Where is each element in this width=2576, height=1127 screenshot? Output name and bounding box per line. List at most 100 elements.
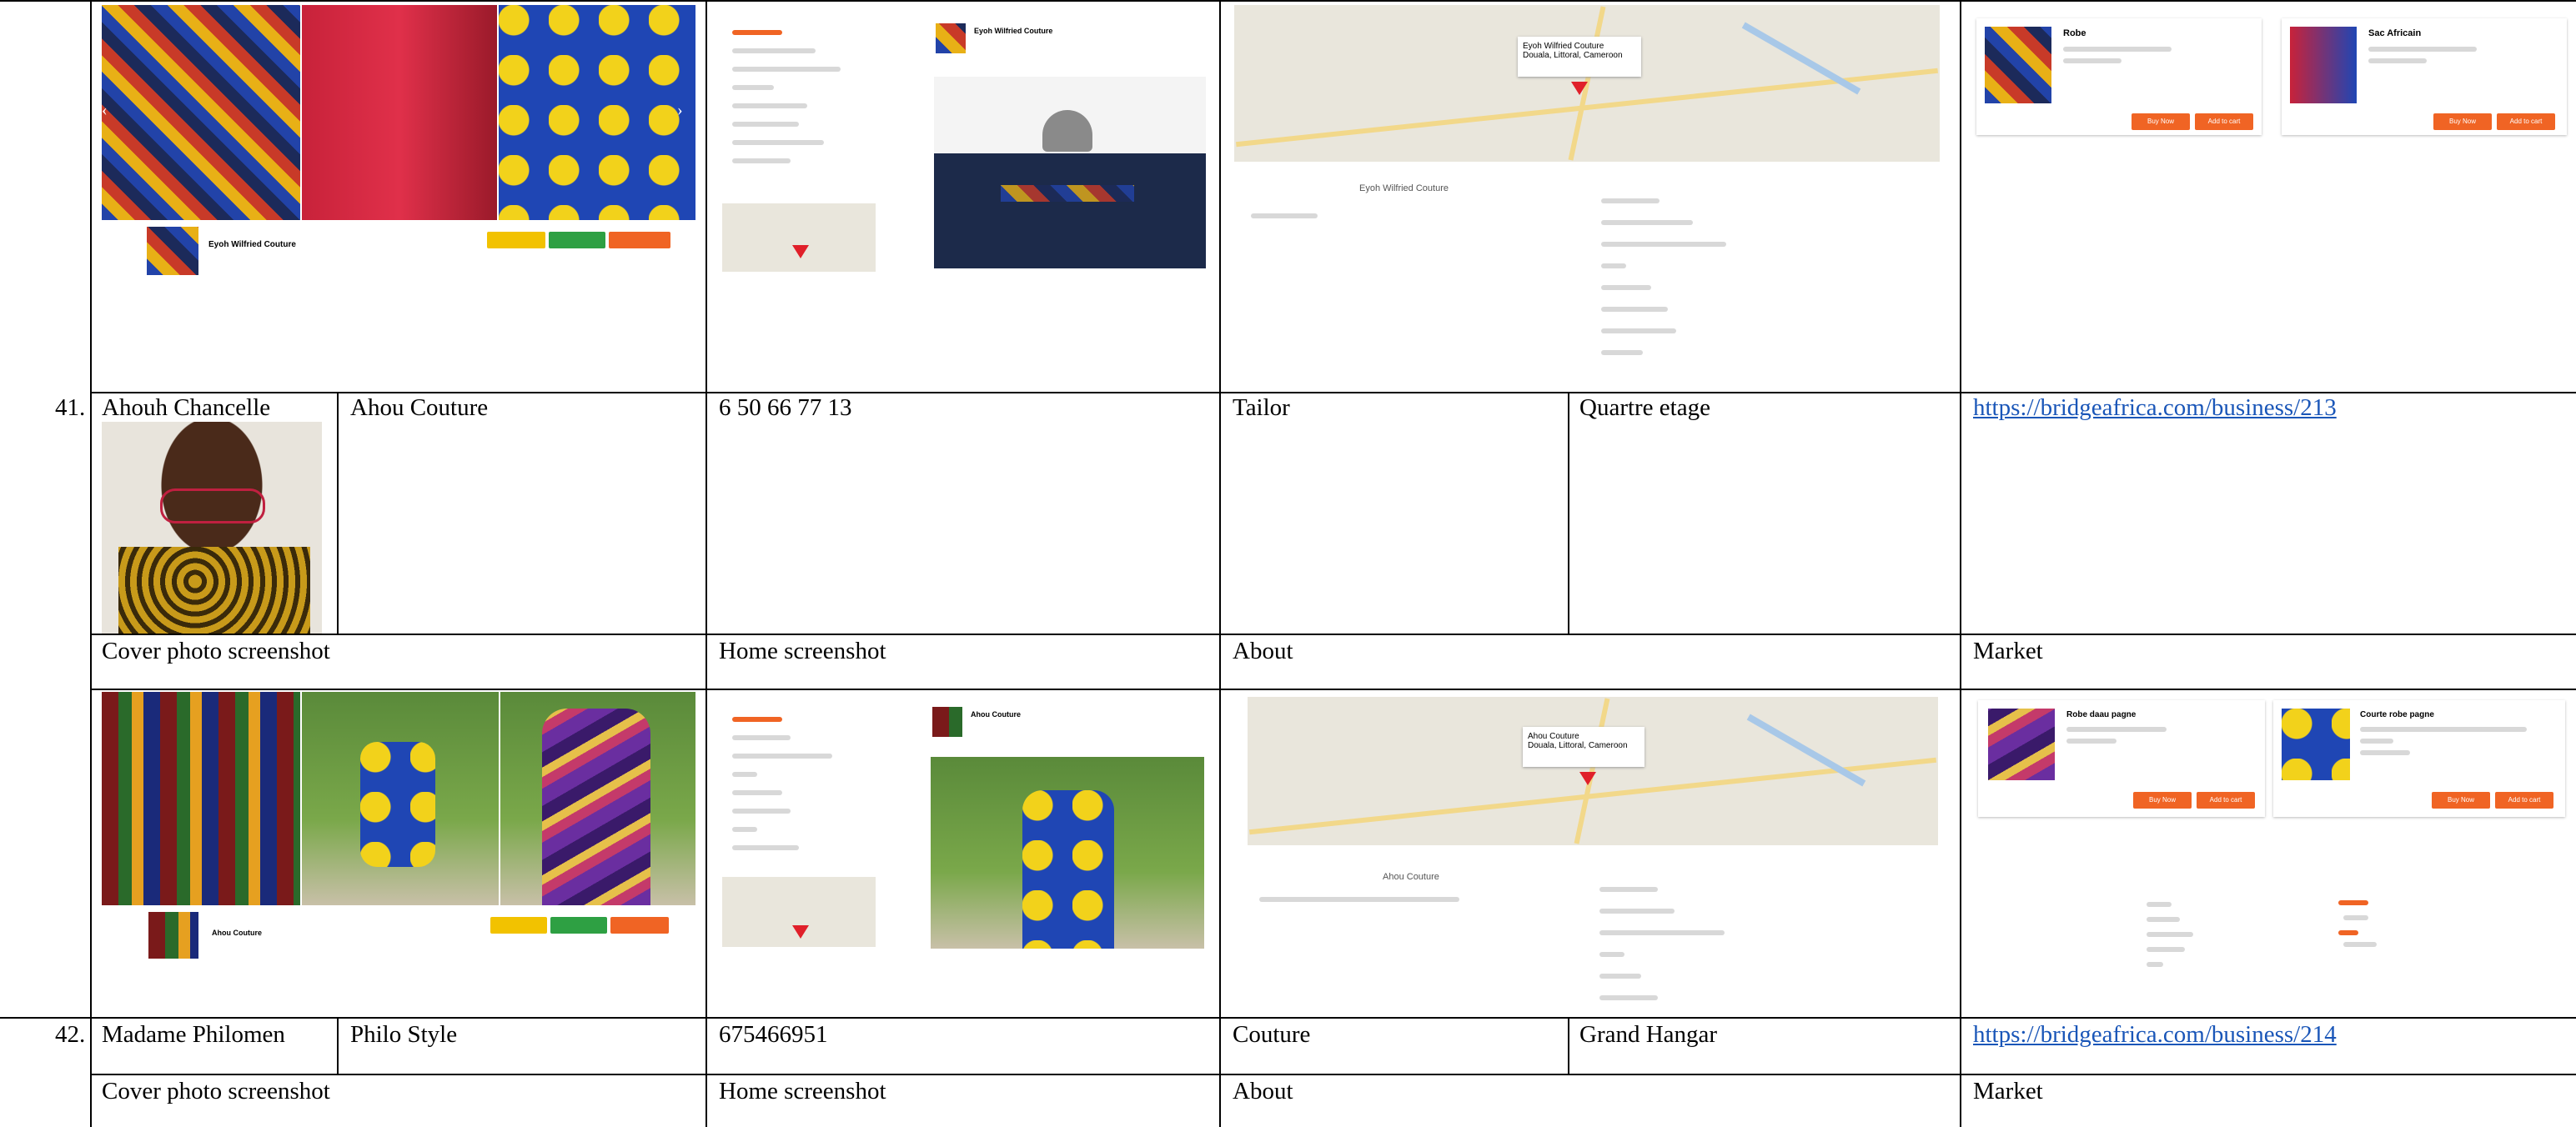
sidebar-info bbox=[719, 692, 877, 952]
follow-button[interactable] bbox=[490, 917, 547, 934]
home-screenshot-top: Eyoh Wilfried Couture bbox=[719, 5, 1208, 272]
buy-now-button[interactable]: Buy Now bbox=[2133, 792, 2192, 809]
buy-now-button[interactable]: Buy Now bbox=[2132, 113, 2190, 130]
add-to-cart-button[interactable]: Add to cart bbox=[2495, 792, 2553, 809]
col-divider bbox=[1219, 0, 1221, 1127]
home-header: Home screenshot bbox=[719, 638, 886, 664]
avatar bbox=[147, 910, 200, 959]
row-divider bbox=[0, 1017, 2576, 1019]
about-screenshot-top: Eyoh Wilfried Couture Douala, Littoral, … bbox=[1234, 5, 1951, 388]
col-divider bbox=[337, 1017, 339, 1074]
row-divider bbox=[0, 0, 2576, 2]
business-link[interactable]: https://bridgeafrica.com/business/214 bbox=[1973, 1020, 2337, 1049]
add-to-cart-button[interactable]: Add to cart bbox=[2497, 113, 2555, 130]
map-pin-icon bbox=[1571, 82, 1588, 95]
fabric-stack-image bbox=[102, 692, 300, 905]
cover-screenshot-top: ‹ › Eyoh Wilfried Couture bbox=[102, 5, 695, 277]
cover-screenshot-41: Ahou Couture bbox=[102, 692, 695, 959]
product-title: Sac Africain bbox=[2368, 28, 2422, 38]
row-divider bbox=[90, 689, 2576, 690]
follow-button[interactable] bbox=[487, 232, 545, 248]
phone-number: 675466951 bbox=[719, 1021, 828, 1048]
market-screenshot-top: Robe Buy Now Add to cart Sac Africain Bu… bbox=[1971, 5, 2576, 138]
about-business-name: Ahou Couture bbox=[1383, 872, 1439, 882]
buy-now-button[interactable]: Buy Now bbox=[2432, 792, 2490, 809]
col-divider bbox=[90, 0, 92, 1127]
buy-now-button[interactable]: Buy Now bbox=[2433, 113, 2492, 130]
product-card[interactable]: Robe Buy Now Add to cart bbox=[1976, 18, 2262, 135]
map-pin-icon bbox=[1579, 772, 1596, 785]
owner-photo bbox=[102, 422, 322, 634]
post-image bbox=[934, 77, 1206, 268]
map-popup: Eyoh Wilfried Couture Douala, Littoral, … bbox=[1518, 37, 1641, 77]
dress-photo bbox=[302, 692, 499, 905]
fabric-dress-image bbox=[102, 5, 300, 220]
business-category: Tailor bbox=[1233, 394, 1290, 421]
product-card[interactable]: Courte robe pagne Buy Now Add to cart bbox=[2273, 700, 2565, 817]
business-link[interactable]: https://bridgeafrica.com/business/213 bbox=[1973, 393, 2337, 422]
product-title: Courte robe pagne bbox=[2360, 710, 2434, 719]
col-divider bbox=[337, 392, 339, 635]
shoes-image bbox=[499, 5, 695, 220]
add-to-cart-button[interactable]: Add to cart bbox=[2195, 113, 2253, 130]
chevron-left-icon[interactable]: ‹ bbox=[102, 101, 118, 120]
add-to-cart-button[interactable]: Add to cart bbox=[2197, 792, 2255, 809]
business-name: Ahou Couture bbox=[971, 710, 1021, 719]
about-business-name: Eyoh Wilfried Couture bbox=[1359, 183, 1449, 193]
col-divider bbox=[706, 0, 707, 1127]
business-name: Ahou Couture bbox=[212, 929, 262, 937]
product-image bbox=[1985, 27, 2051, 103]
cover-header: Cover photo screenshot bbox=[102, 638, 330, 664]
business-location: Quartre etage bbox=[1579, 394, 1710, 421]
about-screenshot-41: Ahou Couture Douala, Littoral, Cameroon … bbox=[1234, 692, 1951, 1014]
product-card[interactable]: Robe daau pagne Buy Now Add to cart bbox=[1978, 700, 2265, 817]
row-number: 42. bbox=[55, 1021, 86, 1048]
mini-map bbox=[722, 203, 876, 272]
business-category: Couture bbox=[1233, 1021, 1311, 1048]
about-header: About bbox=[1233, 638, 1293, 664]
red-bag-image bbox=[302, 5, 497, 220]
business-name: Philo Style bbox=[350, 1021, 458, 1048]
about-header: About bbox=[1233, 1078, 1293, 1104]
row-number: 41. bbox=[55, 394, 86, 421]
avatar bbox=[936, 23, 966, 53]
map: Eyoh Wilfried Couture Douala, Littoral, … bbox=[1234, 5, 1940, 162]
product-card[interactable]: Sac Africain Buy Now Add to cart bbox=[2282, 18, 2567, 135]
map-pin-icon bbox=[792, 925, 809, 939]
map: Ahou Couture Douala, Littoral, Cameroon bbox=[1248, 697, 1938, 845]
product-image bbox=[2282, 709, 2350, 780]
business-location: Grand Hangar bbox=[1579, 1021, 1718, 1048]
col-divider bbox=[1568, 1017, 1569, 1074]
chevron-right-icon[interactable]: › bbox=[677, 101, 694, 120]
map-pin-icon bbox=[792, 245, 809, 258]
phone-number: 6 50 66 77 13 bbox=[719, 394, 852, 421]
home-screenshot-41: Ahou Couture bbox=[719, 692, 1208, 952]
owner-name: Madame Philomen bbox=[102, 1021, 285, 1048]
product-title: Robe daau pagne bbox=[2066, 710, 2137, 719]
message-button[interactable] bbox=[549, 232, 605, 248]
avatar bbox=[145, 225, 200, 277]
product-image bbox=[1988, 709, 2055, 780]
product-title: Robe bbox=[2063, 28, 2086, 38]
col-divider bbox=[1960, 0, 1961, 1127]
sidebar-info bbox=[719, 5, 877, 272]
col-divider bbox=[1568, 392, 1569, 635]
business-name: Ahou Couture bbox=[350, 394, 489, 421]
market-header: Market bbox=[1973, 1078, 2043, 1104]
message-button[interactable] bbox=[550, 917, 607, 934]
row-divider bbox=[90, 634, 2576, 635]
community-button[interactable] bbox=[609, 232, 670, 248]
business-name: Eyoh Wilfried Couture bbox=[208, 240, 296, 249]
purple-dress-photo bbox=[500, 692, 695, 905]
cover-header: Cover photo screenshot bbox=[102, 1078, 330, 1104]
row-divider bbox=[90, 1074, 2576, 1075]
business-name: Eyoh Wilfried Couture bbox=[974, 27, 1053, 35]
avatar bbox=[932, 707, 962, 737]
product-image bbox=[2290, 27, 2357, 103]
home-header: Home screenshot bbox=[719, 1078, 886, 1104]
owner-name: Ahouh Chancelle bbox=[102, 394, 271, 421]
community-button[interactable] bbox=[610, 917, 669, 934]
post-image bbox=[931, 757, 1204, 949]
mini-map bbox=[722, 877, 876, 947]
market-header: Market bbox=[1973, 638, 2043, 664]
